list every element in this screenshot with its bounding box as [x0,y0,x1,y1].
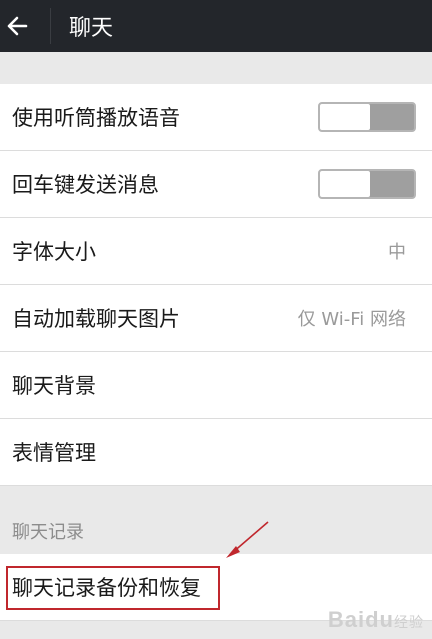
setting-label: 聊天背景 [12,374,96,398]
setting-label: 聊天记录备份和恢复 [12,576,201,600]
section-header: 聊天记录 [0,486,432,554]
setting-enter-to-send[interactable]: 回车键发送消息 [0,151,432,218]
page-title: 聊天 [69,16,114,41]
arrow-left-icon [7,16,28,36]
section-title: 聊天记录 [12,522,84,543]
setting-auto-download-images[interactable]: 自动加载聊天图片 仅 Wi-Fi 网络 [0,285,432,352]
setting-chat-background[interactable]: 聊天背景 [0,352,432,419]
toggle-knob [320,104,370,130]
setting-earpiece-voice[interactable]: 使用听筒播放语音 [0,84,432,151]
earpiece-voice-toggle[interactable] [318,102,416,132]
baidu-watermark: Baidu经验 [328,607,424,633]
watermark-text: Baidu [327,607,394,632]
setting-sticker-management[interactable]: 表情管理 [0,419,432,486]
title-bar: 聊天 [0,0,432,52]
enter-to-send-toggle[interactable] [318,169,416,199]
setting-font-size[interactable]: 字体大小 中 [0,218,432,285]
setting-label: 字体大小 [12,240,96,264]
auto-download-value: 仅 Wi-Fi 网络 [297,309,406,330]
settings-list: 使用听筒播放语音 回车键发送消息 字体大小 中 自动加载聊天图片 仅 Wi-Fi… [0,84,432,621]
back-button[interactable] [0,0,34,52]
header-divider [50,8,51,44]
setting-label: 自动加载聊天图片 [12,307,180,331]
setting-label: 回车键发送消息 [12,173,159,197]
toggle-knob [320,171,370,197]
setting-label: 表情管理 [12,441,96,465]
font-size-value: 中 [388,242,406,263]
setting-label: 使用听筒播放语音 [12,106,180,130]
top-spacer [0,52,432,84]
watermark-sub: 经验 [394,614,424,630]
